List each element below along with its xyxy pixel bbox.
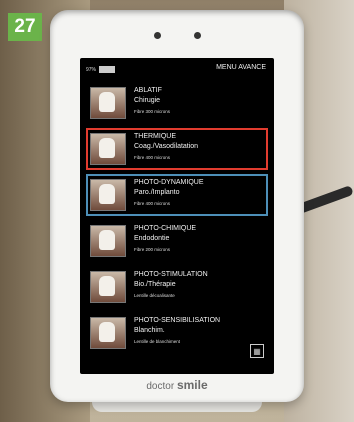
battery-icon <box>99 66 116 73</box>
menu-title: MENU AVANCE <box>216 64 266 71</box>
item-fiber: Fibre 400 microns <box>134 155 171 160</box>
item-name: PHOTO-CHIMIQUE <box>134 225 197 232</box>
tooth-icon <box>90 179 126 211</box>
tooth-icon <box>90 225 126 257</box>
item-fiber: Fibre 400 microns <box>134 201 171 206</box>
item-subtitle: Coag./Vasodilatation <box>134 143 199 150</box>
item-subtitle: Bio./Thérapie <box>134 281 176 288</box>
tooth-icon <box>90 87 126 119</box>
camera-icon <box>154 32 161 39</box>
menu-item-photo-sensibilisation[interactable]: PHOTO-SENSIBILISATION Blanchim. Lentille… <box>86 312 268 354</box>
menu-item-photo-stimulation[interactable]: PHOTO-STIMULATION Bio./Thérapie Lentille… <box>86 266 268 308</box>
tablet-device: 97% MENU AVANCE ABLATIF Chirugie Fibre 3… <box>50 10 304 402</box>
item-subtitle: Blanchim. <box>134 327 165 334</box>
touch-screen: 97% MENU AVANCE ABLATIF Chirugie Fibre 3… <box>80 58 274 374</box>
item-subtitle: Paro./Implanto <box>134 189 180 196</box>
menu-item-ablatif[interactable]: ABLATIF Chirugie Fibre 300 microns <box>86 82 268 124</box>
item-name: PHOTO-SENSIBILISATION <box>134 317 221 324</box>
item-name: ABLATIF <box>134 87 162 94</box>
sensor-icon <box>194 32 201 39</box>
menu-item-photo-chimique[interactable]: PHOTO-CHIMIQUE Endodontie Fibre 200 micr… <box>86 220 268 262</box>
item-name: THERMIQUE <box>134 133 176 140</box>
brand-name: smile <box>176 378 208 392</box>
tooth-icon <box>90 133 126 165</box>
battery-percent: 97% <box>86 66 97 73</box>
item-name: PHOTO-DYNAMIQUE <box>134 179 204 186</box>
item-subtitle: Endodontie <box>134 235 170 242</box>
qr-code-icon[interactable]: ▦ <box>250 344 264 358</box>
item-name: PHOTO-STIMULATION <box>134 271 208 278</box>
item-fiber: Lentille de blanchiment <box>134 339 181 344</box>
item-fiber: Lentille décoalisante <box>134 293 175 298</box>
item-subtitle: Chirugie <box>134 97 161 104</box>
brand-prefix: doctor <box>146 381 175 392</box>
battery-status: 97% <box>86 66 116 73</box>
tooth-icon <box>90 317 126 349</box>
figure-number-badge: 27 <box>8 13 42 41</box>
item-fiber: Fibre 300 microns <box>134 109 171 114</box>
brand-logo: doctor smile <box>50 378 304 392</box>
menu-item-thermique[interactable]: THERMIQUE Coag./Vasodilatation Fibre 400… <box>86 128 268 170</box>
tooth-icon <box>90 271 126 303</box>
item-fiber: Fibre 200 microns <box>134 247 171 252</box>
menu-item-photo-dynamique[interactable]: PHOTO-DYNAMIQUE Paro./Implanto Fibre 400… <box>86 174 268 216</box>
